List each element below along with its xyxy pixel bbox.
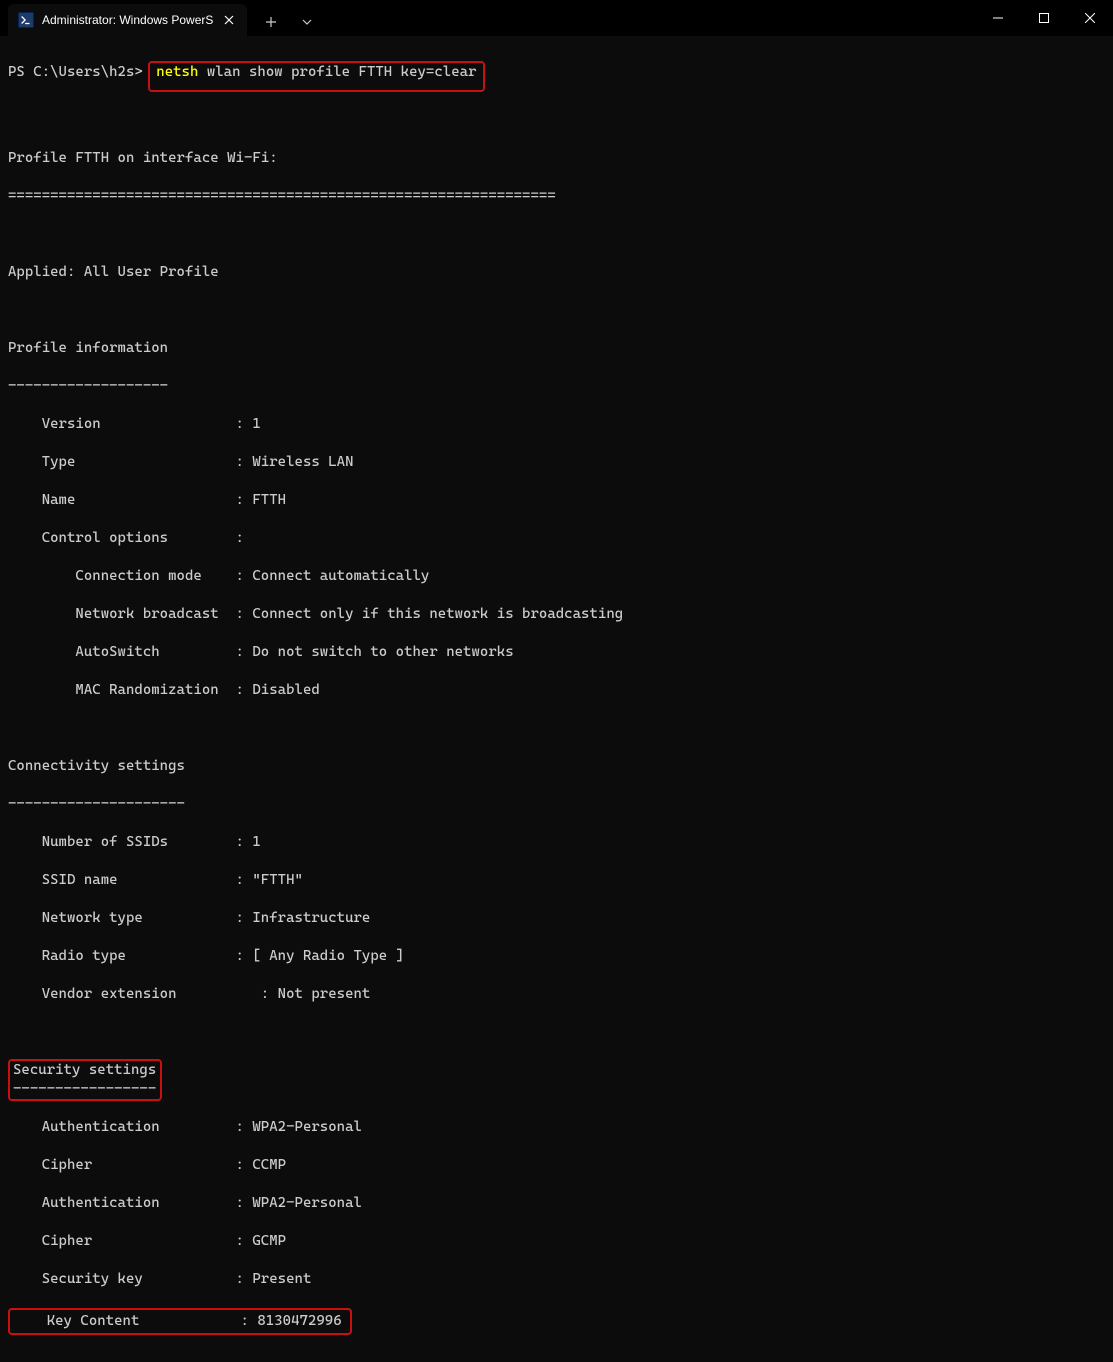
- command-name: netsh: [156, 64, 198, 80]
- security-title: Security settings: [13, 1062, 156, 1078]
- profile-line: MAC Randomization : Disabled: [8, 681, 1105, 700]
- minimize-button[interactable]: [975, 0, 1021, 36]
- profile-header: Profile FTTH on interface Wi-Fi:: [8, 149, 1105, 168]
- profile-line: Name : FTTH: [8, 491, 1105, 510]
- window-controls: [975, 0, 1113, 36]
- profile-info-title: Profile information: [8, 339, 1105, 358]
- connectivity-line: Network type : Infrastructure: [8, 909, 1105, 928]
- connectivity-title: Connectivity settings: [8, 757, 1105, 776]
- security-line: Cipher : GCMP: [8, 1232, 1105, 1251]
- profile-line: Version : 1: [8, 415, 1105, 434]
- blank-line: [8, 301, 1105, 320]
- connectivity-line: Vendor extension : Not present: [8, 985, 1105, 1004]
- profile-line: Control options :: [8, 529, 1105, 548]
- active-tab[interactable]: Administrator: Windows PowerS: [8, 4, 247, 36]
- security-line: Authentication : WPA2-Personal: [8, 1194, 1105, 1213]
- security-line: Cipher : CCMP: [8, 1156, 1105, 1175]
- powershell-icon: [18, 12, 34, 28]
- connectivity-line: SSID name : "FTTH": [8, 871, 1105, 890]
- blank-line: [8, 111, 1105, 130]
- connectivity-line: Number of SSIDs : 1: [8, 833, 1105, 852]
- key-content-highlight-box: Key Content : 8130472996: [8, 1308, 352, 1335]
- blank-line: [8, 719, 1105, 738]
- maximize-button[interactable]: [1021, 0, 1067, 36]
- command-args: wlan show profile FTTH key=clear: [198, 64, 476, 80]
- titlebar: Administrator: Windows PowerS: [0, 0, 1113, 36]
- connectivity-divider: ---------------------: [8, 795, 1105, 814]
- blank-line: [8, 1023, 1105, 1042]
- profile-line: Connection mode : Connect automatically: [8, 567, 1105, 586]
- terminal-content[interactable]: PS C:\Users\h2s> netsh wlan show profile…: [0, 36, 1113, 1362]
- profile-line: AutoSwitch : Do not switch to other netw…: [8, 643, 1105, 662]
- tab-close-button[interactable]: [221, 12, 237, 28]
- tab-dropdown-button[interactable]: [291, 8, 323, 36]
- close-window-button[interactable]: [1067, 0, 1113, 36]
- security-line: Security key : Present: [8, 1270, 1105, 1289]
- security-divider: -----------------: [13, 1081, 156, 1097]
- new-tab-button[interactable]: [255, 8, 287, 36]
- tab-title: Administrator: Windows PowerS: [42, 13, 213, 27]
- prompt: PS C:\Users\h2s>: [8, 63, 151, 82]
- tabs-area: Administrator: Windows PowerS: [0, 0, 323, 36]
- key-content-line: Key Content : 8130472996: [13, 1313, 342, 1329]
- profile-line: Network broadcast : Connect only if this…: [8, 605, 1105, 624]
- security-title-highlight-box: Security settings -----------------: [8, 1059, 162, 1101]
- profile-line: Type : Wireless LAN: [8, 453, 1105, 472]
- applied-line: Applied: All User Profile: [8, 263, 1105, 282]
- header-divider: ========================================…: [8, 187, 1105, 206]
- security-line: Authentication : WPA2-Personal: [8, 1118, 1105, 1137]
- command-highlight-box: netsh wlan show profile FTTH key=clear: [148, 61, 484, 92]
- blank-line: [8, 225, 1105, 244]
- profile-info-divider: -------------------: [8, 377, 1105, 396]
- connectivity-line: Radio type : [ Any Radio Type ]: [8, 947, 1105, 966]
